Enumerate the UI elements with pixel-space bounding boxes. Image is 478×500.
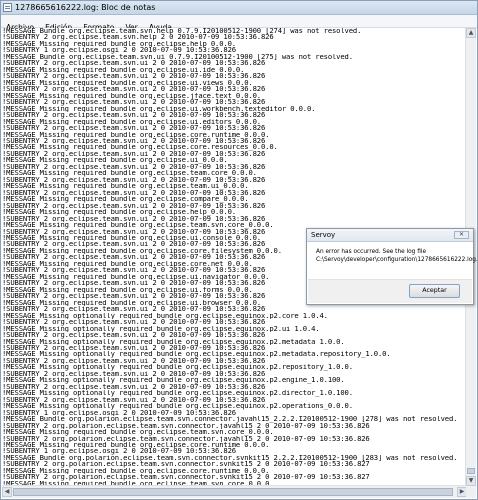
close-icon[interactable]: ✕ [454,231,469,239]
resize-grip[interactable] [466,486,476,498]
scroll-left-arrow-icon[interactable]: ◀ [2,487,12,497]
horizontal-scrollbar[interactable]: ◀ ▶ [2,485,467,498]
scroll-down-arrow-icon[interactable]: ▼ [466,476,476,486]
vertical-scroll-thumb[interactable] [467,468,475,474]
horizontal-scroll-thumb[interactable] [13,488,453,496]
dialog-message-line1: An error has occurred. See the log file [316,249,427,255]
notepad-icon [3,3,12,12]
error-dialog: Servoy ✕ An error has occurred. See the … [306,228,478,305]
title-bar[interactable]: 1278665616222.log: Bloc de notas [1,1,477,15]
dialog-message-line2: C:\Servoy\developer\configuration\127866… [316,256,478,263]
dialog-footer: Aceptar [308,279,472,303]
window-title: 1278665616222.log: Bloc de notas [15,3,156,12]
dialog-title: Servoy [311,231,336,239]
dialog-message: An error has occurred. See the log file … [316,249,478,264]
menu-bar: Archivo Edición Formato Ver Ayuda [1,15,477,32]
aceptar-button[interactable]: Aceptar [409,284,460,298]
scroll-up-arrow-icon[interactable]: ▲ [466,28,476,38]
dialog-title-bar[interactable]: Servoy ✕ [307,229,473,242]
